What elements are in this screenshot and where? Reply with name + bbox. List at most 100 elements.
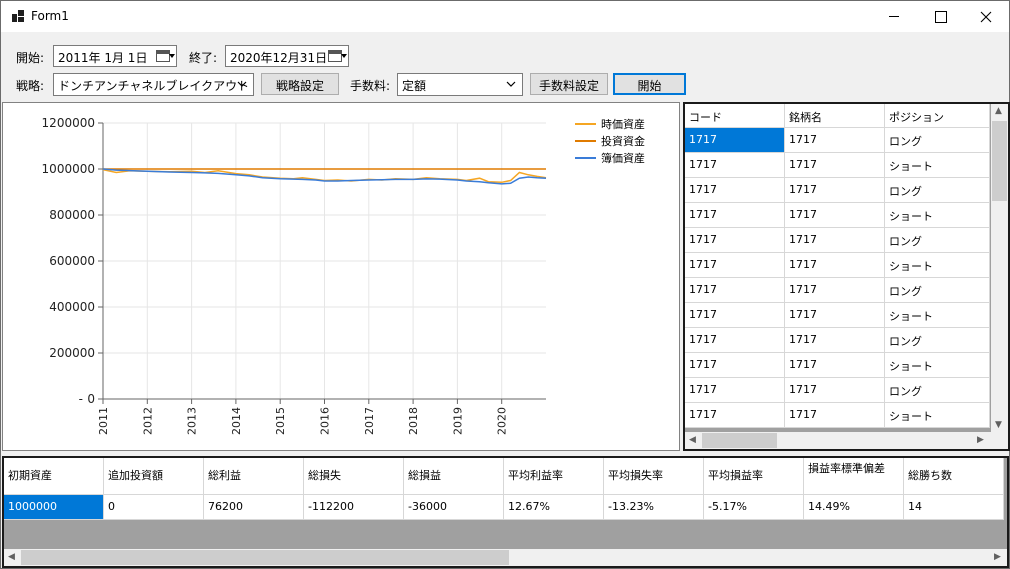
fee-value: 定額 bbox=[402, 79, 427, 93]
column-header[interactable]: 総利益 bbox=[204, 458, 304, 495]
table-cell[interactable]: ロング bbox=[885, 228, 990, 253]
summary-grid[interactable]: 初期資産 追加投資額 総利益 総損失 総損益 平均利益率 平均損失率 平均損益率 損益率標準偏差… bbox=[2, 456, 1009, 568]
legend-label: 投資資金 bbox=[601, 134, 645, 148]
y-tick-label: 1000000 bbox=[42, 162, 95, 176]
table-cell[interactable]: ショート bbox=[885, 403, 990, 428]
table-cell[interactable]: 1717 bbox=[785, 378, 885, 403]
table-cell[interactable]: 1717 bbox=[785, 253, 885, 278]
column-header[interactable]: 平均損失率 bbox=[604, 458, 704, 495]
table-cell[interactable]: ショート bbox=[885, 203, 990, 228]
table-cell[interactable]: 1000000 bbox=[4, 495, 104, 520]
y-tick-label: 600000 bbox=[49, 254, 95, 268]
table-cell[interactable]: -36000 bbox=[404, 495, 504, 520]
table-cell[interactable]: ロング bbox=[885, 278, 990, 303]
table-cell[interactable]: 12.67% bbox=[504, 495, 604, 520]
table-cell[interactable]: 0 bbox=[104, 495, 204, 520]
table-cell[interactable]: ロング bbox=[885, 328, 990, 353]
table-cell[interactable]: -112200 bbox=[304, 495, 404, 520]
x-tick-label: 2016 bbox=[319, 407, 332, 435]
column-header[interactable]: 損益率標準偏差 bbox=[804, 458, 904, 495]
dropdown-arrow-icon[interactable] bbox=[169, 54, 175, 58]
table-cell[interactable]: 1717 bbox=[785, 328, 885, 353]
table-cell[interactable]: ロング bbox=[885, 178, 990, 203]
x-tick-label: 2017 bbox=[363, 407, 376, 435]
scroll-right-icon[interactable]: ▶ bbox=[994, 552, 1001, 562]
y-tick-label: 200000 bbox=[49, 346, 95, 360]
column-header[interactable]: 初期資産 bbox=[4, 458, 104, 495]
table-cell[interactable]: 1717 bbox=[785, 353, 885, 378]
table-cell[interactable]: 1717 bbox=[685, 253, 785, 278]
fee-settings-button[interactable]: 手数料設定 bbox=[530, 73, 608, 95]
column-header[interactable]: 銘柄名 bbox=[785, 104, 885, 128]
table-cell[interactable]: 1717 bbox=[685, 403, 785, 428]
table-cell[interactable]: ショート bbox=[885, 303, 990, 328]
y-zero-dash: - bbox=[79, 392, 83, 406]
column-header[interactable]: 総損失 bbox=[304, 458, 404, 495]
equity-chart-svg: 1200000100000080000060000040000020000002… bbox=[42, 116, 645, 435]
table-cell[interactable]: ショート bbox=[885, 253, 990, 278]
title-bar[interactable]: Form1 bbox=[1, 1, 1009, 32]
start-date-label: 開始: bbox=[16, 51, 45, 65]
table-cell[interactable]: ショート bbox=[885, 153, 990, 178]
scroll-left-icon[interactable]: ◀ bbox=[8, 552, 15, 562]
table-cell[interactable]: ロング bbox=[885, 128, 990, 153]
table-cell[interactable]: 1717 bbox=[685, 278, 785, 303]
scrollbar-thumb[interactable] bbox=[702, 433, 777, 448]
table-cell[interactable]: 1717 bbox=[785, 128, 885, 153]
table-cell[interactable]: 1717 bbox=[785, 153, 885, 178]
maximize-button[interactable] bbox=[917, 1, 963, 32]
table-cell[interactable]: 1717 bbox=[785, 203, 885, 228]
column-header[interactable]: 平均利益率 bbox=[504, 458, 604, 495]
table-cell[interactable]: ショート bbox=[885, 353, 990, 378]
strategy-value: ドンチアンチャネルブレイクアウト bbox=[58, 79, 250, 93]
x-tick-label: 2015 bbox=[274, 407, 287, 435]
table-cell[interactable]: 14 bbox=[904, 495, 1004, 520]
trades-grid[interactable]: コード 銘柄名 ポジション 1717 1717 ロング 1717 1717 ショート 1717 17… bbox=[683, 102, 1010, 451]
end-date-picker[interactable]: 2020年12月31日 bbox=[225, 45, 349, 67]
column-header[interactable]: ポジション bbox=[885, 104, 990, 128]
table-cell[interactable]: 14.49% bbox=[804, 495, 904, 520]
minimize-button[interactable] bbox=[871, 1, 917, 32]
table-cell[interactable]: 1717 bbox=[685, 178, 785, 203]
start-button[interactable]: 開始 bbox=[613, 73, 686, 95]
calendar-icon[interactable] bbox=[328, 50, 342, 62]
column-header[interactable]: 平均損益率 bbox=[704, 458, 804, 495]
table-cell[interactable]: 1717 bbox=[685, 228, 785, 253]
close-button[interactable] bbox=[963, 1, 1009, 32]
table-cell[interactable]: 1717 bbox=[785, 403, 885, 428]
scrollbar-thumb[interactable] bbox=[992, 121, 1007, 201]
strategy-settings-button[interactable]: 戦略設定 bbox=[261, 73, 339, 95]
chevron-down-icon bbox=[237, 81, 247, 87]
strategy-select[interactable]: ドンチアンチャネルブレイクアウト bbox=[53, 73, 254, 96]
column-header[interactable]: 総勝ち数 bbox=[904, 458, 1004, 495]
scroll-up-icon[interactable]: ▲ bbox=[995, 106, 1002, 116]
table-cell[interactable]: 1717 bbox=[685, 353, 785, 378]
table-cell[interactable]: 1717 bbox=[685, 203, 785, 228]
scroll-left-icon[interactable]: ◀ bbox=[689, 435, 696, 445]
table-cell[interactable]: 1717 bbox=[685, 303, 785, 328]
scrollbar-thumb[interactable] bbox=[21, 550, 509, 565]
column-header[interactable]: コード bbox=[685, 104, 785, 128]
x-tick-label: 2018 bbox=[407, 407, 420, 435]
table-cell[interactable]: 76200 bbox=[204, 495, 304, 520]
scroll-down-icon[interactable]: ▼ bbox=[995, 420, 1002, 430]
table-cell[interactable]: 1717 bbox=[785, 228, 885, 253]
table-cell[interactable]: 1717 bbox=[685, 378, 785, 403]
start-date-picker[interactable]: 2011年 1月 1日 bbox=[53, 45, 177, 67]
table-cell[interactable]: 1717 bbox=[685, 128, 785, 153]
table-cell[interactable]: 1717 bbox=[685, 328, 785, 353]
fee-label: 手数料: bbox=[350, 79, 391, 93]
table-cell[interactable]: ロング bbox=[885, 378, 990, 403]
table-cell[interactable]: 1717 bbox=[785, 178, 885, 203]
table-cell[interactable]: -5.17% bbox=[704, 495, 804, 520]
column-header[interactable]: 総損益 bbox=[404, 458, 504, 495]
dropdown-arrow-icon[interactable] bbox=[341, 54, 347, 58]
table-cell[interactable]: 1717 bbox=[685, 153, 785, 178]
table-cell[interactable]: 1717 bbox=[785, 278, 885, 303]
table-cell[interactable]: 1717 bbox=[785, 303, 885, 328]
calendar-icon[interactable] bbox=[156, 50, 170, 62]
table-cell[interactable]: -13.23% bbox=[604, 495, 704, 520]
fee-select[interactable]: 定額 bbox=[397, 73, 523, 96]
column-header[interactable]: 追加投資額 bbox=[104, 458, 204, 495]
scroll-right-icon[interactable]: ▶ bbox=[977, 435, 984, 445]
